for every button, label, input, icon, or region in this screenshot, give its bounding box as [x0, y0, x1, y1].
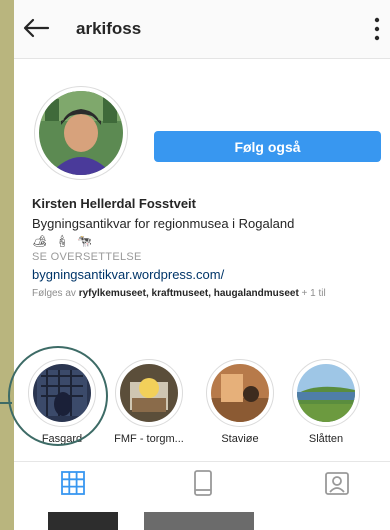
profile-username: arkifoss: [76, 19, 142, 38]
feed-icon[interactable]: [188, 468, 218, 498]
full-name: Kirsten Hellerdal Fosstveit: [32, 196, 196, 211]
followed-by[interactable]: Følges av ryfylkemuseet, kraftmuseet, ha…: [32, 287, 384, 300]
highlight-staviore[interactable]: Staviøe: [200, 359, 280, 445]
profile-tabs: [14, 461, 390, 506]
post-thumbnail[interactable]: [48, 512, 118, 530]
website-link[interactable]: bygningsantikvar.wordpress.com/: [32, 267, 384, 282]
arrow-left-icon[interactable]: [22, 16, 50, 40]
profile-screen: arkifoss Følg også Kirsten Hellerdal Fos…: [14, 0, 390, 530]
highlight-fmf[interactable]: FMF - torgm...: [109, 359, 189, 445]
kebab-icon[interactable]: [372, 16, 382, 42]
highlight-slatten[interactable]: Slåtten: [286, 359, 366, 445]
highlight-ring: [115, 359, 183, 427]
avatar[interactable]: [39, 91, 123, 175]
highlight-thumbnail: [211, 364, 269, 422]
bio-emoji: 🏕 🕯 🐄: [32, 234, 95, 248]
highlight-annotation-circle: [8, 346, 108, 446]
highlight-label: Staviøe: [221, 433, 259, 445]
tagged-icon[interactable]: [322, 468, 352, 498]
followed-accounts: ryfylkemuseet, kraftmuseet, haugalandmus…: [78, 288, 299, 299]
followed-suffix: + 1 til: [298, 288, 326, 299]
bio-description: Bygningsantikvar for regionmusea i Rogal…: [32, 216, 295, 231]
highlight-label: Slåtten: [308, 433, 344, 445]
follow-button[interactable]: Følg også: [154, 131, 381, 162]
see-translation-link[interactable]: SE OVERSETTELSE: [32, 251, 384, 263]
annotation-pointer-line: [0, 402, 12, 404]
profile-bio: Kirsten Hellerdal Fosstveit Bygningsanti…: [32, 196, 384, 300]
post-thumbnail[interactable]: [144, 512, 254, 530]
highlight-thumbnail: [297, 364, 355, 422]
grid-icon[interactable]: [58, 468, 88, 498]
followed-prefix: Følges av: [32, 288, 79, 299]
highlight-ring: [206, 359, 274, 427]
highlight-label: FMF - torgm...: [114, 433, 184, 445]
highlight-thumbnail: [120, 364, 178, 422]
top-bar: arkifoss: [14, 0, 390, 59]
highlight-ring: [292, 359, 360, 427]
